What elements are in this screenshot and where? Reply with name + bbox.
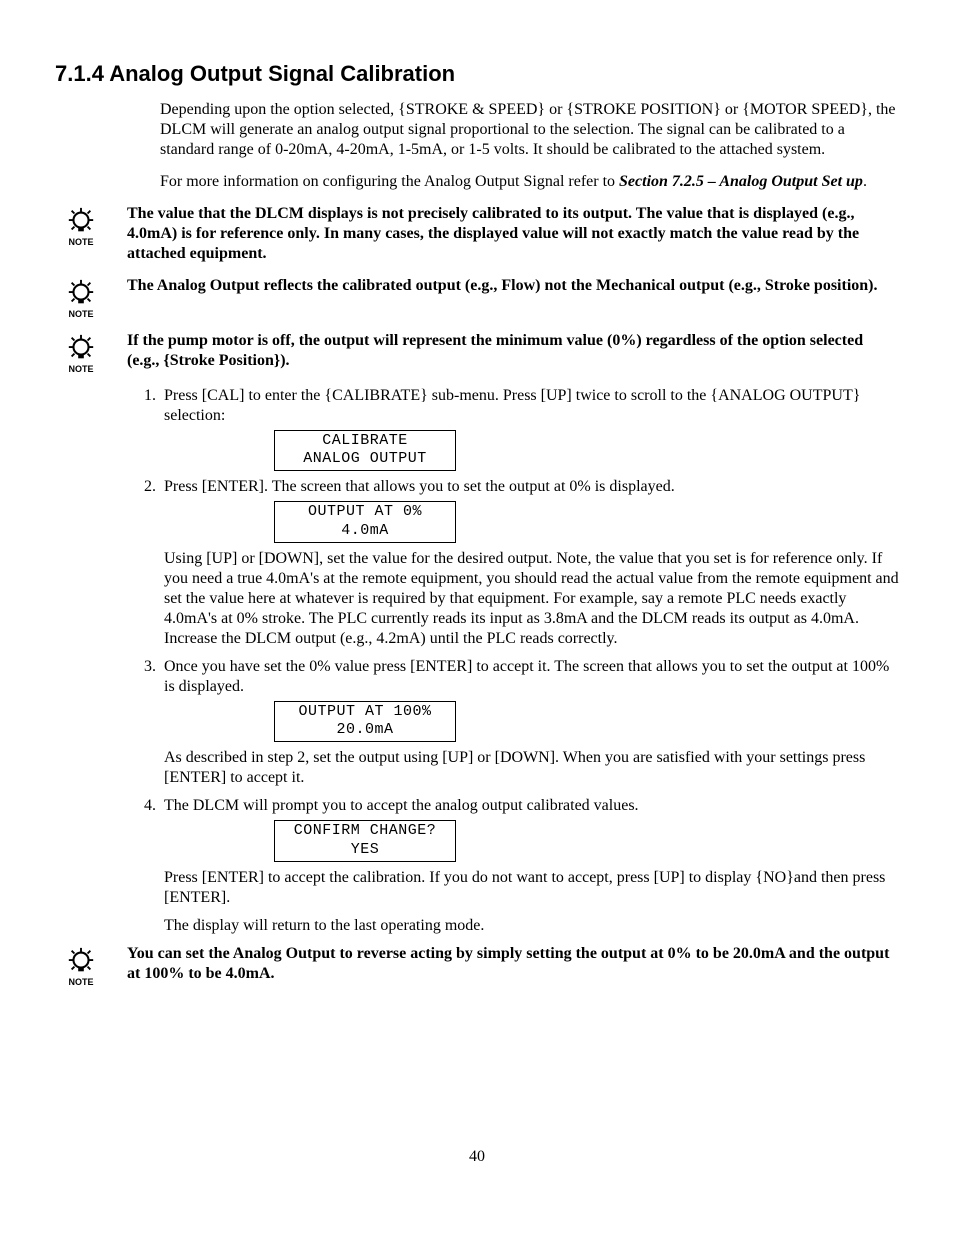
note-label: NOTE bbox=[68, 309, 93, 319]
lcd-line: OUTPUT AT 100% bbox=[275, 703, 455, 722]
intro-paragraph-1: Depending upon the option selected, {STR… bbox=[160, 100, 899, 160]
lcd-line: ANALOG OUTPUT bbox=[275, 450, 455, 469]
note-icon: NOTE bbox=[55, 276, 107, 319]
step-4-after-1: Press [ENTER] to accept the calibration.… bbox=[164, 868, 899, 908]
step-2-after: Using [UP] or [DOWN], set the value for … bbox=[164, 549, 899, 649]
lcd-line: 4.0mA bbox=[275, 522, 455, 541]
step-1: Press [CAL] to enter the {CALIBRATE} sub… bbox=[160, 386, 899, 472]
note-label: NOTE bbox=[68, 977, 93, 987]
lcd-display-1: CALIBRATE ANALOG OUTPUT bbox=[274, 430, 456, 472]
lcd-line: 20.0mA bbox=[275, 721, 455, 740]
step-3-text: Once you have set the 0% value press [EN… bbox=[164, 658, 889, 695]
intro-2a: For more information on configuring the … bbox=[160, 173, 619, 190]
step-2: Press [ENTER]. The screen that allows yo… bbox=[160, 477, 899, 649]
lcd-line: OUTPUT AT 0% bbox=[275, 503, 455, 522]
note-label: NOTE bbox=[68, 364, 93, 374]
step-4-after-2: The display will return to the last oper… bbox=[164, 916, 899, 936]
note-block-3: NOTE If the pump motor is off, the outpu… bbox=[55, 331, 899, 374]
lightbulb-icon bbox=[66, 333, 96, 363]
step-4-text: The DLCM will prompt you to accept the a… bbox=[164, 797, 639, 814]
lightbulb-icon bbox=[66, 946, 96, 976]
step-2-text: Press [ENTER]. The screen that allows yo… bbox=[164, 478, 675, 495]
section-heading: 7.1.4 Analog Output Signal Calibration bbox=[55, 60, 899, 88]
note-icon: NOTE bbox=[55, 944, 107, 987]
note-label: NOTE bbox=[68, 237, 93, 247]
note-text-1: The value that the DLCM displays is not … bbox=[127, 204, 899, 264]
lightbulb-icon bbox=[66, 278, 96, 308]
note-block-2: NOTE The Analog Output reflects the cali… bbox=[55, 276, 899, 319]
step-3-after: As described in step 2, set the output u… bbox=[164, 748, 899, 788]
page-number: 40 bbox=[55, 1147, 899, 1167]
note-block-1: NOTE The value that the DLCM displays is… bbox=[55, 204, 899, 264]
step-1-text: Press [CAL] to enter the {CALIBRATE} sub… bbox=[164, 387, 860, 424]
note-icon: NOTE bbox=[55, 331, 107, 374]
lcd-line: YES bbox=[275, 841, 455, 860]
note-icon: NOTE bbox=[55, 204, 107, 247]
lcd-line: CALIBRATE bbox=[275, 432, 455, 451]
section-reference: Section 7.2.5 – Analog Output Set up bbox=[619, 173, 863, 190]
step-4: The DLCM will prompt you to accept the a… bbox=[160, 796, 899, 936]
lcd-display-4: CONFIRM CHANGE? YES bbox=[274, 820, 456, 862]
lightbulb-icon bbox=[66, 206, 96, 236]
intro-paragraph-2: For more information on configuring the … bbox=[160, 172, 899, 192]
procedure-list: Press [CAL] to enter the {CALIBRATE} sub… bbox=[55, 386, 899, 936]
intro-2b: . bbox=[863, 173, 867, 190]
lcd-line: CONFIRM CHANGE? bbox=[275, 822, 455, 841]
step-3: Once you have set the 0% value press [EN… bbox=[160, 657, 899, 789]
lcd-display-2: OUTPUT AT 0% 4.0mA bbox=[274, 501, 456, 543]
note-text-2: The Analog Output reflects the calibrate… bbox=[127, 276, 899, 296]
note-block-4: NOTE You can set the Analog Output to re… bbox=[55, 944, 899, 987]
note-text-3: If the pump motor is off, the output wil… bbox=[127, 331, 899, 371]
note-text-4: You can set the Analog Output to reverse… bbox=[127, 944, 899, 984]
lcd-display-3: OUTPUT AT 100% 20.0mA bbox=[274, 701, 456, 743]
